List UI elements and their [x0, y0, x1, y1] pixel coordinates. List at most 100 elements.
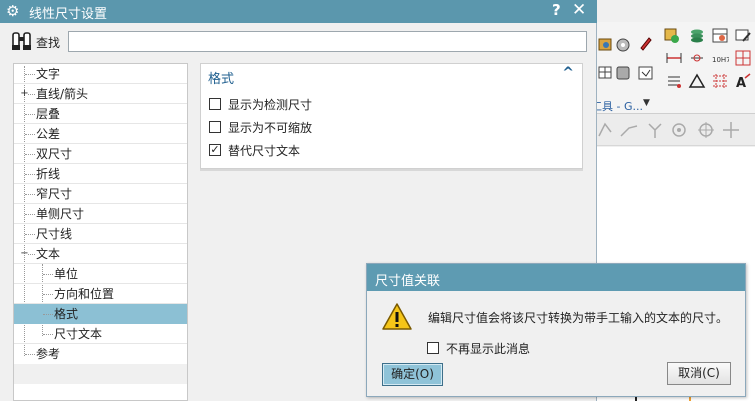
tree-item-single-sided[interactable]: 单侧尺寸 — [14, 204, 187, 224]
binoculars-icon[interactable] — [11, 31, 33, 51]
tree-item-dual-dimension[interactable]: 双尺寸 — [14, 144, 187, 164]
symbol-icon[interactable] — [665, 72, 683, 90]
tree-item-label: 层叠 — [36, 107, 61, 121]
settings-tree: 文字 + 直线/箭头 层叠 公差 双尺寸 折线 窄尺寸 单侧尺寸 尺寸线 − 文… — [13, 63, 188, 401]
assoc-dialog-title: 尺寸值关联 — [375, 274, 441, 289]
svg-text:A: A — [736, 76, 746, 90]
tree-connector — [25, 354, 35, 355]
tree-item-label: 直线/箭头 — [36, 87, 89, 101]
tree-item-label: 参考 — [36, 347, 61, 361]
tree-item-dimension-line[interactable]: 尺寸线 — [14, 224, 187, 244]
tree-item-label: 文本 — [36, 247, 61, 261]
edit-icon[interactable] — [734, 27, 752, 45]
find-row: 查找 — [0, 28, 597, 56]
close-button[interactable]: ✕ — [572, 0, 586, 20]
panel-divider — [200, 169, 583, 171]
axis-icon[interactable] — [688, 49, 706, 67]
assoc-message: 编辑尺寸值会将该尺寸转换为带手工输入的文本的尺寸。 — [428, 311, 729, 325]
view-icon[interactable] — [597, 36, 615, 54]
tree-item-text[interactable]: − 文本 — [14, 244, 187, 264]
stamp-icon[interactable] — [614, 64, 632, 82]
tree-item-format[interactable]: 格式 — [14, 304, 187, 324]
tools-group-label[interactable]: 工具 - G... — [597, 98, 643, 114]
snap-icons[interactable] — [597, 120, 755, 140]
ok-button[interactable]: 确定(O) — [382, 363, 443, 386]
assoc-title-bar[interactable]: 尺寸值关联 — [367, 264, 745, 291]
tree-item-label: 公差 — [36, 127, 61, 141]
dialog-title-bar[interactable]: ⚙ 线性尺寸设置 ? ✕ — [0, 0, 597, 23]
tree-item-label: 单位 — [54, 267, 79, 281]
dimension-value-association-dialog: 尺寸值关联 编辑尺寸值会将该尺寸转换为带手工输入的文本的尺寸。 不再显示此消息 … — [366, 263, 746, 397]
collapse-chevron-icon[interactable]: ^ — [562, 65, 574, 81]
tree-connector — [25, 154, 35, 155]
a-arrow-icon[interactable]: A — [734, 72, 752, 90]
tree-item-label: 双尺寸 — [36, 147, 73, 161]
format-panel-title: 格式 — [208, 72, 235, 87]
checkbox-label: 显示为检测尺寸 — [228, 98, 313, 112]
tree-connector — [25, 194, 35, 195]
checkbox-box[interactable] — [209, 98, 221, 110]
tree-connector — [25, 174, 35, 175]
triangle-icon[interactable] — [688, 72, 706, 90]
tree-connector — [43, 294, 53, 295]
tree-connector — [25, 214, 35, 215]
tree-connector — [43, 314, 53, 315]
tree-empty-band — [14, 364, 187, 384]
checkbox-label: 显示为不可缩放 — [228, 121, 313, 135]
dimension-icon[interactable] — [665, 49, 683, 67]
format-panel-header[interactable]: 格式 ^ — [201, 64, 582, 88]
svg-text:10H7: 10H7 — [712, 56, 729, 64]
tree-connector — [25, 114, 35, 115]
checkbox-box[interactable] — [209, 121, 221, 133]
label-10h7-icon[interactable]: 10H7 — [711, 49, 729, 67]
tree-item-label: 方向和位置 — [54, 287, 115, 301]
brush-icon[interactable] — [637, 34, 655, 52]
gear-icon: ⚙ — [6, 2, 20, 20]
tree-item-line-arrow[interactable]: + 直线/箭头 — [14, 84, 187, 104]
help-button[interactable]: ? — [552, 1, 561, 19]
tree-item-label: 单侧尺寸 — [36, 207, 85, 221]
layers-icon[interactable] — [688, 27, 706, 45]
grid-dots-icon[interactable] — [711, 72, 729, 90]
tree-item-label: 格式 — [54, 307, 79, 321]
tree-item-narrow[interactable]: 窄尺寸 — [14, 184, 187, 204]
tree-connector — [25, 234, 35, 235]
cancel-button[interactable]: 取消(C) — [667, 362, 731, 385]
tree-item-stack[interactable]: 层叠 — [14, 104, 187, 124]
tree-item-orientation-position[interactable]: 方向和位置 — [14, 284, 187, 304]
table-icon[interactable] — [711, 27, 729, 45]
tree-item-tolerance[interactable]: 公差 — [14, 124, 187, 144]
gear-settings-icon[interactable] — [614, 36, 632, 54]
tree-connector — [28, 254, 35, 255]
tree-connector — [25, 74, 35, 75]
find-label: 查找 — [36, 36, 61, 50]
tree-connector — [28, 94, 35, 95]
format-panel: 格式 ^ 显示为检测尺寸 显示为不可缩放 ✓ 替代尺寸文本 — [200, 63, 583, 169]
tree-item-label: 尺寸线 — [36, 227, 73, 241]
tree-item-label: 窄尺寸 — [36, 187, 73, 201]
tree-item-label: 折线 — [36, 167, 61, 181]
tree-item-jog[interactable]: 折线 — [14, 164, 187, 184]
background-toolbar: 10H7 A 工具 - G... ▼ — [597, 22, 755, 114]
snap-toolbar — [597, 114, 755, 146]
tree-connector — [43, 274, 53, 275]
find-input[interactable] — [68, 31, 587, 52]
tree-item-units[interactable]: 单位 — [14, 264, 187, 284]
new-view-icon[interactable] — [663, 27, 681, 45]
tools-dropdown-icon[interactable]: ▼ — [643, 98, 650, 108]
tree-connector — [43, 334, 53, 335]
grid-icon[interactable] — [734, 49, 752, 67]
tree-item-reference[interactable]: 参考 — [14, 344, 187, 364]
table-grid-icon[interactable] — [597, 64, 615, 82]
warning-icon — [382, 303, 412, 330]
tree-item-dimension-text[interactable]: 尺寸文本 — [14, 324, 187, 344]
dialog-title: 线性尺寸设置 — [29, 7, 108, 22]
checkbox-label: 替代尺寸文本 — [228, 144, 301, 158]
checkbox-label: 不再显示此消息 — [446, 342, 531, 356]
checkbox-box-checked[interactable]: ✓ — [209, 144, 221, 156]
tree-item-text-style[interactable]: 文字 — [14, 64, 187, 84]
tree-item-label: 尺寸文本 — [54, 327, 103, 341]
tag-icon[interactable] — [637, 64, 655, 82]
checkbox-box[interactable] — [427, 342, 439, 354]
tree-item-label: 文字 — [36, 67, 61, 81]
